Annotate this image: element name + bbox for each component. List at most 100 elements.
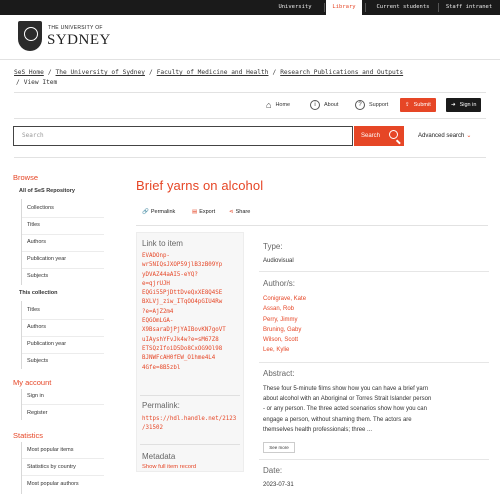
sidebar-coll-item-authors[interactable]: Authors bbox=[27, 324, 46, 330]
topbar-divider bbox=[365, 3, 366, 12]
sidebar-item-popular-items[interactable]: Most popular items bbox=[27, 447, 73, 453]
author-link[interactable]: Conigrave, Kate bbox=[263, 294, 306, 304]
search-input[interactable]: Search bbox=[13, 126, 353, 146]
link-to-item-url[interactable]: EVADOnp- wr5NIQsJXOP59jlB3zB09Yp yDVAZ44… bbox=[142, 252, 242, 373]
sidebar-tree-line bbox=[21, 442, 22, 494]
divider bbox=[22, 336, 104, 337]
author-link[interactable]: Lee, Kylie bbox=[263, 345, 306, 355]
topbar-link-staff-intranet[interactable]: Staff intranet bbox=[440, 0, 498, 15]
breadcrumb-separator: / bbox=[148, 69, 153, 76]
divider bbox=[14, 118, 486, 119]
topbar-link-university[interactable]: University bbox=[266, 0, 324, 15]
topbar-link-current-students[interactable]: Current students bbox=[368, 0, 438, 15]
divider bbox=[22, 251, 104, 252]
sidebar-all-repository[interactable]: All of SeS Repository bbox=[19, 188, 75, 194]
author-link[interactable]: Wilson, Scott bbox=[263, 335, 306, 345]
breadcrumb-link-home[interactable]: SeS Home bbox=[14, 69, 44, 76]
sidebar-item-titles[interactable]: Titles bbox=[27, 222, 40, 228]
breadcrumb-separator: / bbox=[16, 79, 20, 86]
support-link[interactable]: ? Support bbox=[355, 98, 388, 112]
submit-label: Submit bbox=[413, 102, 431, 108]
type-heading: Type: bbox=[263, 242, 283, 251]
link-line: EQGOmLGA- bbox=[142, 318, 174, 325]
crest-icon bbox=[18, 21, 42, 51]
export-tool-label: Export bbox=[199, 209, 216, 215]
breadcrumb-link-faculty[interactable]: Faculty of Medicine and Health bbox=[157, 69, 269, 76]
show-full-record-link[interactable]: Show full item record bbox=[142, 463, 242, 472]
divider bbox=[259, 459, 489, 460]
divider bbox=[22, 234, 104, 235]
submit-button[interactable]: ⇪ Submit bbox=[400, 98, 436, 112]
link-line: BXLVj_ziw_ITqOO4pGIU4Rw bbox=[142, 299, 223, 306]
about-label: About bbox=[324, 102, 339, 108]
sidebar-coll-item-publication-year[interactable]: Publication year bbox=[27, 341, 66, 347]
abstract-line: about alcohol with an Aboriginal or Torr… bbox=[263, 396, 432, 403]
breadcrumb-separator: / bbox=[272, 69, 277, 76]
divider bbox=[22, 353, 104, 354]
type-value: Audiovisual bbox=[263, 258, 294, 264]
sidebar-item-collections[interactable]: Collections bbox=[27, 205, 54, 211]
divider bbox=[140, 395, 240, 396]
page-title: Brief yarns on alcohol bbox=[136, 178, 264, 193]
sidebar-heading-my-account: My account bbox=[13, 378, 52, 387]
sidebar-item-register[interactable]: Register bbox=[27, 410, 47, 416]
about-link[interactable]: i About bbox=[310, 98, 338, 112]
university-logo[interactable]: THE UNIVERSITY OF SYDNEY bbox=[18, 21, 110, 53]
permalink-tool[interactable]: 🔗 Permalink bbox=[142, 209, 175, 215]
sidebar-coll-item-titles[interactable]: Titles bbox=[27, 307, 40, 313]
divider bbox=[140, 444, 240, 445]
permalink-url[interactable]: https://hdl.handle.net/2123 /31502 bbox=[142, 415, 242, 434]
sidebar-item-popular-authors[interactable]: Most popular authors bbox=[27, 481, 79, 487]
link-line: EVADOnp- bbox=[142, 253, 170, 259]
metadata-heading: Metadata bbox=[142, 452, 176, 461]
breadcrumb-link-research[interactable]: Research Publications and Outputs bbox=[280, 69, 403, 76]
sidebar-coll-item-subjects[interactable]: Subjects bbox=[27, 358, 48, 364]
chevron-down-icon: ⌄ bbox=[466, 133, 472, 139]
breadcrumb-link-university[interactable]: The University of Sydney bbox=[56, 69, 145, 76]
divider bbox=[22, 475, 104, 476]
author-link[interactable]: Assan, Rob bbox=[263, 304, 306, 314]
authors-heading: Author/s: bbox=[263, 279, 296, 288]
abstract-line: engage a person, without shaming them. T… bbox=[263, 416, 412, 423]
author-link[interactable]: Perry, Jimmy bbox=[263, 315, 306, 325]
see-more-button[interactable]: See more bbox=[263, 442, 295, 453]
author-link[interactable]: Bruning, Gaby bbox=[263, 325, 306, 335]
abstract-line: - or any person. The three acted scenari… bbox=[263, 406, 427, 413]
site-header: THE UNIVERSITY OF SYDNEY bbox=[0, 15, 500, 60]
sidebar-item-sign-in[interactable]: Sign in bbox=[27, 393, 44, 399]
abstract-heading: Abstract: bbox=[263, 369, 295, 378]
divider bbox=[22, 404, 104, 405]
topbar-link-library[interactable]: Library bbox=[326, 0, 362, 15]
date-value: 2023-07-31 bbox=[263, 482, 294, 488]
share-tool[interactable]: ⋖ Share bbox=[229, 209, 250, 215]
divider bbox=[22, 319, 104, 320]
home-icon: ⌂ bbox=[266, 100, 272, 110]
divider bbox=[259, 271, 489, 272]
sidebar-tree-line bbox=[21, 301, 22, 369]
top-utility-bar: University Library Current students Staf… bbox=[0, 0, 500, 15]
sidebar-item-stats-by-country[interactable]: Statistics by country bbox=[27, 464, 76, 470]
date-heading: Date: bbox=[263, 466, 283, 475]
sidebar-item-subjects[interactable]: Subjects bbox=[27, 273, 48, 279]
link-line: uIAyshYFvJk4w?e=sM67Z8 bbox=[142, 336, 219, 343]
divider bbox=[14, 92, 486, 93]
divider bbox=[22, 268, 104, 269]
export-tool[interactable]: ▤ Export bbox=[192, 209, 215, 215]
link-to-item-heading: Link to item bbox=[142, 239, 183, 248]
advanced-search-label: Advanced search bbox=[418, 133, 465, 139]
search-button[interactable]: Search bbox=[354, 126, 404, 146]
sidebar-item-authors[interactable]: Authors bbox=[27, 239, 46, 245]
sidebar-item-publication-year[interactable]: Publication year bbox=[27, 256, 66, 262]
link-line: BJNWFcAH0fEW_O1hme4L4 bbox=[142, 355, 216, 362]
abstract-line: themselves health professionals; three .… bbox=[263, 426, 373, 433]
search-icon bbox=[389, 130, 398, 139]
home-link[interactable]: ⌂ Home bbox=[266, 98, 290, 112]
signin-button[interactable]: ➜ Sign in bbox=[446, 98, 482, 112]
home-label: Home bbox=[275, 102, 291, 108]
advanced-search-link[interactable]: Advanced search ⌄ bbox=[418, 132, 471, 139]
sidebar-tree-line bbox=[21, 199, 22, 285]
link-icon: 🔗 bbox=[142, 209, 149, 215]
divider bbox=[136, 225, 488, 226]
upload-icon: ⇪ bbox=[405, 102, 410, 108]
link-line: 4Gfe=8B5zbl bbox=[142, 364, 181, 371]
